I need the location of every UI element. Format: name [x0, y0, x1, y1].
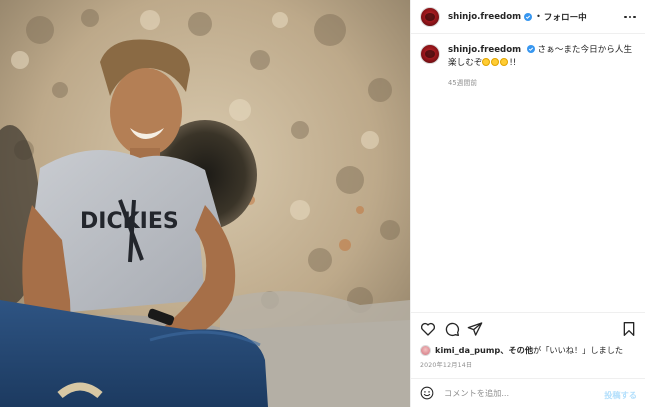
verified-badge-icon: [524, 12, 533, 21]
caption-avatar[interactable]: [420, 44, 440, 64]
smile-emoji-icon: [491, 58, 500, 66]
header-separator: •: [536, 12, 541, 21]
post-actions: [411, 312, 645, 344]
caption-body: shinjo.freedom さぁ〜また今日から人生楽しむぞ!! 45週間前: [448, 44, 633, 90]
liker-avatar[interactable]: [420, 344, 431, 356]
profile-avatar[interactable]: [420, 6, 440, 27]
caption-timestamp[interactable]: 45週間前: [448, 77, 633, 90]
likes-suffix: が「いいね！」しました: [533, 345, 624, 355]
header-username[interactable]: shinjo.freedom: [448, 12, 521, 22]
post-comment-button[interactable]: 投稿する: [604, 389, 637, 401]
comment-icon[interactable]: [444, 321, 460, 337]
post-photo[interactable]: DICKIES: [0, 0, 410, 407]
comment-box: 投稿する: [411, 378, 645, 407]
smile-emoji-icon: [482, 58, 491, 66]
more-horizontal-icon[interactable]: [623, 10, 637, 24]
comment-input[interactable]: [444, 388, 594, 398]
photo-illustration: DICKIES: [0, 0, 410, 407]
heart-icon[interactable]: [420, 321, 436, 337]
caption-text-end: !!: [509, 58, 517, 68]
liker-username[interactable]: kimi_da_pump: [435, 345, 500, 355]
post-header: shinjo.freedom • フォロー中: [411, 0, 645, 34]
post-side-panel: shinjo.freedom • フォロー中 shinjo.freedom さぁ…: [410, 0, 645, 407]
following-button[interactable]: フォロー中: [544, 11, 587, 23]
bookmark-icon[interactable]: [621, 321, 637, 337]
post-date[interactable]: 2020年12月14日: [420, 360, 472, 369]
likes-others[interactable]: 、その他: [500, 344, 533, 356]
likes-line: kimi_da_pump 、その他 が「いいね！」しました: [420, 344, 623, 356]
emoji-picker-icon[interactable]: [420, 386, 434, 400]
send-icon[interactable]: [467, 321, 483, 337]
smile-emoji-icon: [500, 58, 509, 66]
caption-username[interactable]: shinjo.freedom: [448, 45, 521, 55]
verified-badge-icon: [526, 45, 535, 53]
post-caption: shinjo.freedom さぁ〜また今日から人生楽しむぞ!! 45週間前: [420, 44, 640, 90]
